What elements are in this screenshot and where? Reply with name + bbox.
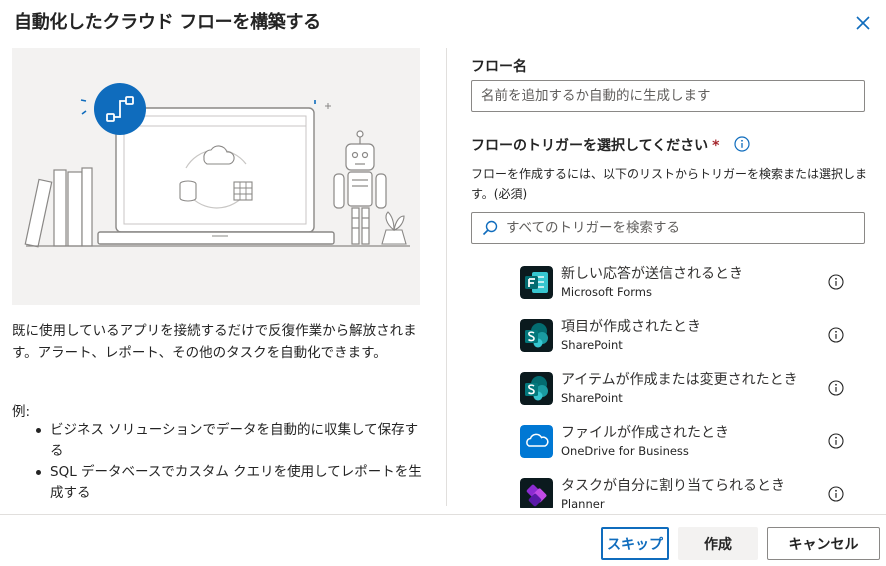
- books-icon: [24, 167, 93, 248]
- close-button[interactable]: [852, 12, 874, 34]
- trigger-item-planner-task-assigned[interactable]: タスクが自分に割り当てられるとき Planner: [471, 468, 871, 508]
- automation-illustration: [24, 83, 410, 248]
- vertical-divider: [446, 48, 447, 506]
- example-item: ビジネス ソリューションでデータを自動的に収集して保存する: [34, 420, 424, 462]
- trigger-source: Microsoft Forms: [561, 285, 652, 299]
- trigger-title: 項目が作成されたとき: [561, 319, 701, 335]
- trigger-list: 新しい応答が送信されるとき Microsoft Forms 項目が作成されたとき…: [471, 256, 871, 508]
- planner-icon: [520, 478, 553, 508]
- trigger-source: SharePoint: [561, 391, 623, 405]
- forms-icon: [520, 266, 553, 299]
- trigger-item-forms[interactable]: 新しい応答が送信されるとき Microsoft Forms: [471, 256, 871, 309]
- info-icon[interactable]: [828, 380, 844, 396]
- trigger-item-sharepoint-item-created[interactable]: 項目が作成されたとき SharePoint: [471, 309, 871, 362]
- dialog-description: 既に使用しているアプリを接続するだけで反復作業から解放されます。アラート、レポー…: [12, 323, 417, 361]
- trigger-help-text: フローを作成するには、以下のリストからトリガーを検索または選択します。(必須): [471, 167, 868, 201]
- flow-badge-icon: [80, 83, 146, 135]
- example-item: SQL データベースでカスタム クエリを使用してレポートを生成する: [34, 462, 424, 504]
- robot-icon: [333, 130, 387, 245]
- info-icon[interactable]: [734, 136, 750, 152]
- required-marker: *: [712, 138, 720, 154]
- plant-icon: [381, 211, 407, 245]
- trigger-title: タスクが自分に割り当てられるとき: [561, 478, 785, 494]
- sharepoint-icon: [520, 372, 553, 405]
- trigger-item-sharepoint-item-modified[interactable]: アイテムが作成または変更されたとき SharePoint: [471, 362, 871, 415]
- trigger-source: SharePoint: [561, 338, 623, 352]
- trigger-title: アイテムが作成または変更されたとき: [561, 372, 798, 388]
- skip-button[interactable]: スキップ: [601, 527, 669, 560]
- trigger-source: OneDrive for Business: [561, 444, 689, 458]
- info-icon[interactable]: [828, 274, 844, 290]
- trigger-title: ファイルが作成されたとき: [561, 425, 729, 441]
- close-icon: [856, 16, 870, 30]
- footer-divider: [0, 514, 886, 515]
- flow-name-label: フロー名: [471, 59, 527, 75]
- dialog-title: 自動化したクラウド フローを構築する: [14, 12, 321, 33]
- info-icon[interactable]: [828, 327, 844, 343]
- info-icon[interactable]: [828, 433, 844, 449]
- info-icon[interactable]: [828, 486, 844, 502]
- trigger-search-box[interactable]: [471, 212, 865, 244]
- trigger-label: フローのトリガーを選択してください *: [471, 135, 720, 155]
- create-button[interactable]: 作成: [678, 527, 758, 560]
- trigger-source: Planner: [561, 497, 605, 508]
- examples-list: ビジネス ソリューションでデータを自動的に収集して保存する SQL データベース…: [34, 420, 424, 504]
- trigger-item-onedrive-file-created[interactable]: ファイルが作成されたとき OneDrive for Business: [471, 415, 871, 468]
- trigger-label-text: フローのトリガーを選択してください: [471, 138, 709, 154]
- sharepoint-icon: [520, 319, 553, 352]
- trigger-search-input[interactable]: [506, 220, 846, 236]
- search-icon: [482, 220, 498, 236]
- examples-label: 例:: [12, 404, 31, 420]
- trigger-title: 新しい応答が送信されるとき: [561, 266, 743, 282]
- illustration: [12, 48, 420, 305]
- cancel-button[interactable]: キャンセル: [767, 527, 880, 560]
- onedrive-icon: [520, 425, 553, 458]
- flow-name-input[interactable]: [471, 80, 865, 112]
